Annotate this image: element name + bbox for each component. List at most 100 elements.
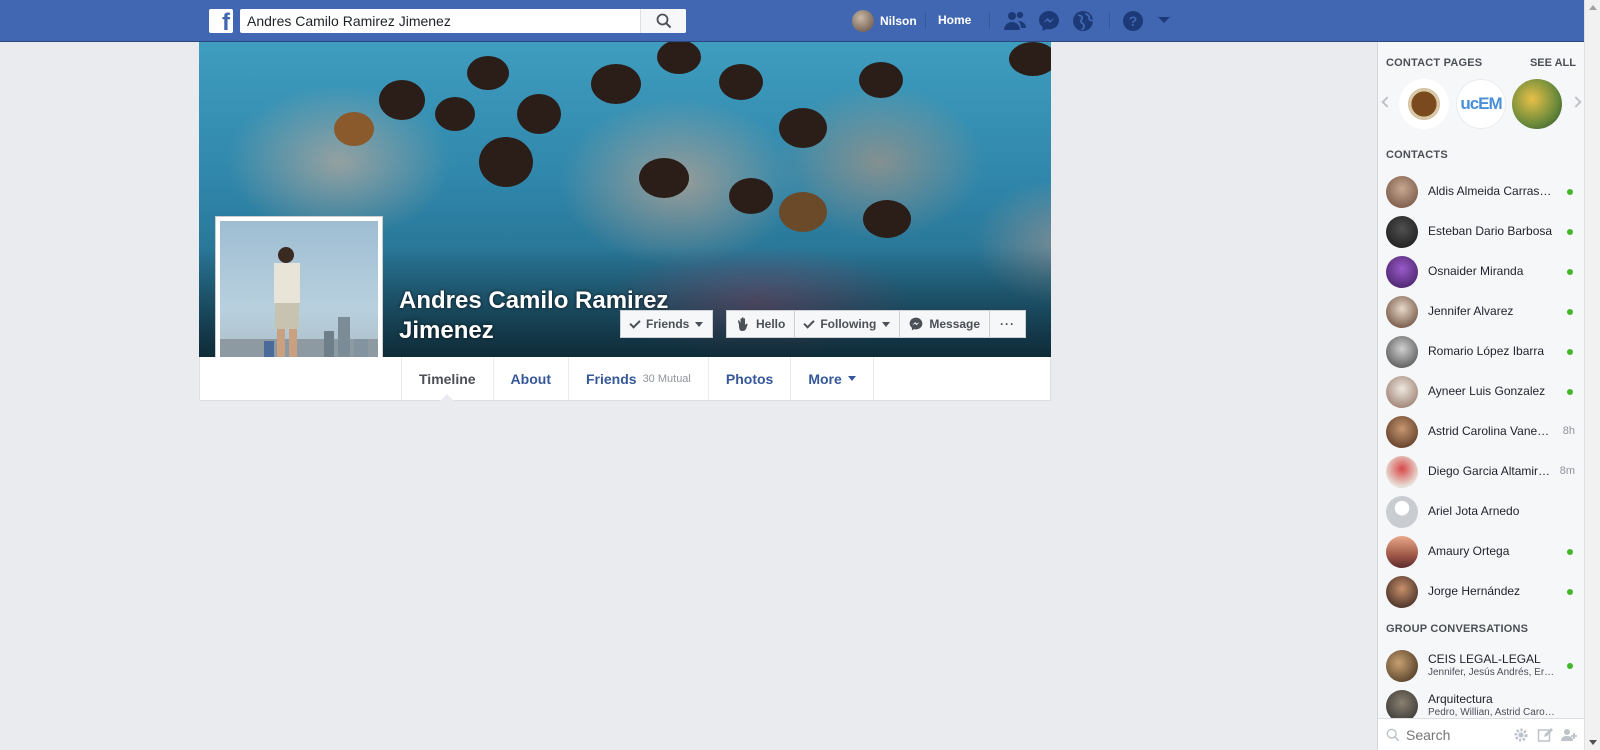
avatar	[1386, 176, 1418, 208]
chevron-left-icon[interactable]	[1381, 96, 1393, 108]
online-status-dot	[1567, 663, 1573, 669]
avatar	[1386, 256, 1418, 288]
group-conversation-item[interactable]: CEIS LEGAL-LEGAL Jennifer, Jesús Andrés,…	[1378, 646, 1584, 686]
search-input[interactable]	[247, 12, 637, 30]
contact-pages-heading: CONTACT PAGES	[1386, 57, 1483, 69]
message-button-label: Message	[929, 317, 981, 331]
search-button[interactable]	[640, 9, 686, 33]
group-members: Pedro, Willian, Astrid Carolina, 5 other…	[1428, 707, 1556, 718]
contact-name: Romario López Ibarra	[1428, 344, 1545, 358]
following-button-label: Following	[820, 317, 877, 331]
user-name: Nilson	[880, 14, 917, 28]
settings-caret-icon[interactable]	[1158, 17, 1170, 23]
compose-icon[interactable]	[1537, 727, 1553, 743]
chat-tools	[1513, 727, 1579, 743]
contact-name: Jorge Hernández	[1428, 584, 1521, 598]
tab-friends[interactable]: Friends 30 Mutual	[569, 357, 709, 400]
online-status-dot	[1567, 349, 1573, 355]
avatar	[1386, 216, 1418, 248]
chat-search-input[interactable]	[1406, 727, 1506, 743]
messenger-icon	[909, 317, 923, 331]
chevron-right-icon[interactable]	[1570, 96, 1582, 108]
profile-photo-image	[220, 221, 378, 379]
friend-requests-icon[interactable]	[1003, 10, 1027, 32]
new-group-icon[interactable]	[1561, 727, 1579, 743]
svg-text:?: ?	[1129, 13, 1138, 29]
avatar	[1386, 376, 1418, 408]
chat-sidebar: CONTACT PAGES SEE ALL ucEM CONTACTS Aldi…	[1377, 42, 1584, 750]
contact-page-avatar[interactable]	[1512, 79, 1562, 129]
tab-about[interactable]: About	[494, 357, 569, 400]
tab-photos[interactable]: Photos	[709, 357, 792, 400]
friends-button[interactable]: Friends	[620, 310, 714, 338]
profile-actions: Hello Following Message ···	[726, 310, 1027, 338]
online-status-dot	[1567, 269, 1573, 275]
facebook-logo-icon[interactable]: f	[209, 9, 233, 33]
see-all-link[interactable]: SEE ALL	[1530, 57, 1576, 69]
avatar	[1386, 296, 1418, 328]
contact-item[interactable]: Diego Garcia Altamiranda 8m	[1378, 452, 1584, 492]
avatar	[1386, 650, 1418, 682]
contact-page-avatar[interactable]: ucEM	[1456, 79, 1506, 129]
divider	[925, 13, 926, 29]
avatar	[1386, 496, 1418, 528]
contact-item[interactable]: Romario López Ibarra	[1378, 332, 1584, 372]
avatar	[852, 10, 874, 32]
contact-item[interactable]: Astrid Carolina Vanegas 8h	[1378, 412, 1584, 452]
contact-name: Esteban Dario Barbosa	[1428, 224, 1553, 238]
online-status-dot	[1567, 189, 1573, 195]
top-navigation-bar: f Nilson Home ?	[0, 0, 1584, 42]
friends-button-label: Friends	[646, 317, 690, 331]
contact-item[interactable]: Ayneer Luis Gonzalez	[1378, 372, 1584, 412]
contact-name: Ariel Jota Arnedo	[1428, 504, 1520, 518]
group-members: Jennifer, Jesús Andrés, Ernesto	[1428, 667, 1556, 678]
profile-shortcut[interactable]: Nilson	[852, 10, 917, 32]
contact-item[interactable]: Jorge Hernández	[1378, 572, 1584, 612]
contact-item[interactable]: Osnaider Miranda	[1378, 252, 1584, 292]
divider	[1109, 13, 1110, 29]
contact-name: Amaury Ortega	[1428, 544, 1510, 558]
help-icon[interactable]: ?	[1122, 10, 1146, 32]
online-status-dot	[1567, 309, 1573, 315]
check-icon	[803, 316, 816, 329]
profile-tabs: Timeline About Friends 30 Mutual Photos M…	[401, 357, 874, 401]
check-icon	[629, 316, 641, 329]
messenger-icon[interactable]	[1038, 10, 1062, 32]
contact-item[interactable]: Ariel Jota Arnedo	[1378, 492, 1584, 532]
chat-search-bar	[1378, 718, 1584, 750]
contact-name: Ayneer Luis Gonzalez	[1428, 384, 1546, 398]
scroll-down-arrow-icon[interactable]	[1589, 740, 1597, 745]
home-link[interactable]: Home	[938, 13, 971, 27]
tab-timeline[interactable]: Timeline	[402, 357, 494, 401]
chevron-down-icon	[695, 321, 704, 327]
contacts-heading: CONTACTS	[1386, 149, 1448, 161]
notifications-globe-icon[interactable]	[1072, 10, 1096, 32]
more-options-button[interactable]: ···	[990, 310, 1027, 338]
avatar	[1386, 576, 1418, 608]
search-icon	[656, 13, 672, 29]
contact-name: Jennifer Alvarez	[1428, 304, 1514, 318]
contact-name: Aldis Almeida Carrascal	[1428, 184, 1554, 198]
online-status-dot	[1567, 589, 1573, 595]
contact-pages-carousel: ucEM	[1378, 78, 1584, 130]
search-icon	[1386, 728, 1400, 742]
contact-name: Diego Garcia Altamiranda	[1428, 464, 1554, 478]
window-scrollbar[interactable]	[1584, 0, 1600, 750]
contact-item[interactable]: Jennifer Alvarez	[1378, 292, 1584, 332]
hello-button[interactable]: Hello	[726, 310, 796, 338]
contact-item[interactable]: Amaury Ortega	[1378, 532, 1584, 572]
contact-page-avatar[interactable]	[1399, 79, 1449, 129]
last-active-time: 8m	[1559, 465, 1575, 477]
gear-icon[interactable]	[1513, 727, 1529, 743]
scroll-up-arrow-icon[interactable]	[1589, 5, 1597, 10]
tab-friends-label: Friends	[585, 370, 637, 387]
following-button[interactable]: Following	[795, 310, 901, 338]
avatar	[1386, 456, 1418, 488]
contact-item[interactable]: Esteban Dario Barbosa	[1378, 212, 1584, 252]
contact-item[interactable]: Aldis Almeida Carrascal	[1378, 172, 1584, 212]
contact-name: Osnaider Miranda	[1428, 264, 1524, 278]
friend-actions: Friends	[620, 310, 714, 338]
avatar	[1386, 536, 1418, 568]
message-button[interactable]: Message	[900, 310, 991, 338]
tab-more[interactable]: More	[791, 357, 874, 400]
